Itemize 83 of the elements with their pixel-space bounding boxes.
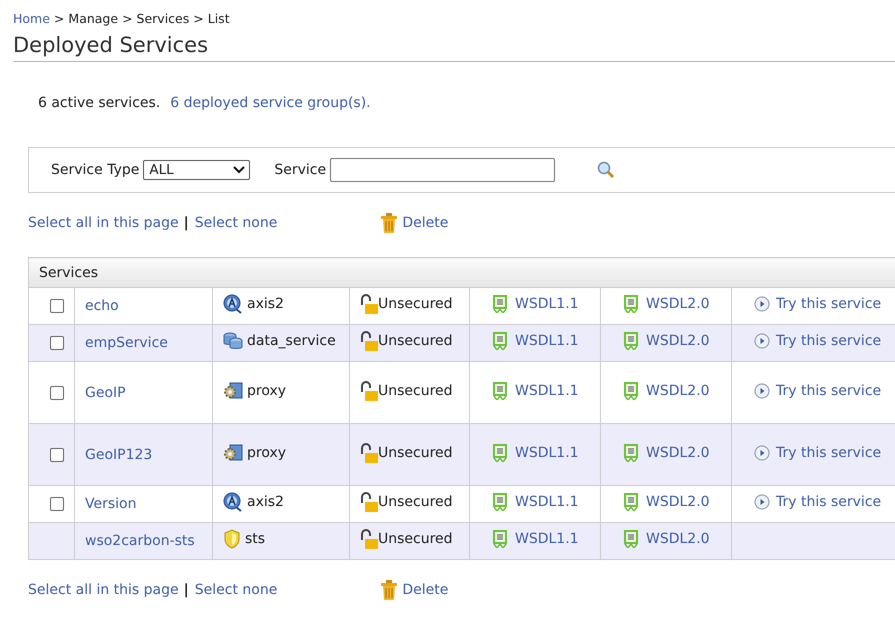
document-icon (492, 295, 508, 313)
open-lock-icon (360, 380, 378, 400)
wsdl-link[interactable]: WSDL2.0 (646, 382, 710, 398)
security-status: Unsecured (378, 382, 453, 398)
summary-text: 6 active services. (38, 95, 160, 111)
document-icon (623, 332, 639, 350)
try-service-link[interactable]: Try this service (776, 444, 882, 460)
try-service-link[interactable]: Try this service (776, 382, 882, 398)
caret-icon (233, 166, 246, 174)
service-type: proxy (247, 444, 286, 460)
document-icon (623, 530, 639, 548)
wsdl-link[interactable]: WSDL1.1 (515, 382, 579, 398)
service-type: data_service (247, 333, 336, 349)
select-none-link[interactable]: Select none (194, 215, 278, 231)
security-status: Unsecured (378, 531, 453, 547)
search-icon[interactable] (597, 161, 616, 179)
select-none-link[interactable]: Select none (194, 582, 278, 598)
open-lock-icon (360, 331, 378, 351)
play-icon (754, 296, 770, 312)
service-type: sts (245, 531, 266, 547)
service-field[interactable] (330, 158, 556, 182)
breadcrumb-link[interactable]: Home (13, 10, 50, 26)
breadcrumb-item: Services (136, 10, 190, 26)
service-name-link[interactable]: GeoIP (85, 384, 126, 400)
open-lock-icon (360, 294, 378, 314)
breadcrumb-item: List (208, 10, 230, 26)
trash-icon (381, 580, 398, 600)
service-label: Service (274, 162, 326, 178)
document-icon (492, 493, 508, 511)
globe-letter-icon (223, 294, 243, 314)
delete-button[interactable]: Delete (381, 213, 448, 233)
row-checkbox[interactable] (50, 497, 64, 512)
breadcrumb-separator: > (122, 10, 133, 26)
globe-letter-icon (223, 492, 243, 512)
document-icon (623, 493, 639, 511)
service-name-link[interactable]: GeoIP123 (85, 446, 152, 462)
service-name-link[interactable]: Version (85, 496, 136, 512)
wsdl-link[interactable]: WSDL2.0 (646, 444, 710, 460)
select-all-link[interactable]: Select all in this page (28, 582, 179, 598)
document-icon (492, 530, 508, 548)
trash-icon (381, 213, 398, 233)
document-icon (492, 332, 508, 350)
play-icon (754, 444, 770, 460)
document-icon (623, 444, 639, 462)
breadcrumb-separator: > (193, 10, 204, 26)
table-header: Services (28, 258, 895, 288)
open-lock-icon (360, 442, 378, 462)
separator: | (184, 582, 189, 598)
gear-window-icon (223, 382, 243, 400)
shield-icon (223, 529, 241, 549)
document-icon (492, 382, 508, 400)
service-type-label: Service Type (51, 162, 140, 178)
select-all-link[interactable]: Select all in this page (28, 215, 179, 231)
document-icon (492, 444, 508, 462)
row-checkbox[interactable] (50, 299, 64, 314)
play-icon (754, 494, 770, 510)
service-type: proxy (247, 382, 286, 398)
database-icon (223, 332, 243, 350)
security-status: Unsecured (378, 444, 453, 460)
page-title: Deployed Services (13, 33, 895, 62)
row-checkbox[interactable] (50, 386, 64, 400)
gear-window-icon (223, 444, 243, 462)
play-icon (754, 382, 770, 398)
play-icon (754, 333, 770, 349)
open-lock-icon (360, 529, 378, 549)
security-status: Unsecured (378, 494, 453, 510)
service-name-link[interactable]: echo (85, 298, 119, 314)
service-type: axis2 (247, 494, 284, 510)
security-status: Unsecured (378, 296, 453, 312)
separator: | (184, 215, 189, 231)
document-icon (623, 382, 639, 400)
row-checkbox[interactable] (50, 448, 64, 462)
service-groups-link[interactable]: 6 deployed service group(s). (170, 95, 371, 111)
wsdl-link[interactable]: WSDL1.1 (515, 444, 579, 460)
breadcrumb-item: Manage (68, 10, 118, 26)
service-type: axis2 (247, 296, 284, 312)
service-type-select[interactable]: ALL (143, 160, 250, 180)
open-lock-icon (360, 492, 378, 512)
security-status: Unsecured (378, 333, 453, 349)
breadcrumb-separator: > (54, 10, 64, 26)
row-checkbox[interactable] (50, 336, 64, 350)
document-icon (623, 295, 639, 313)
delete-button[interactable]: Delete (381, 580, 448, 600)
